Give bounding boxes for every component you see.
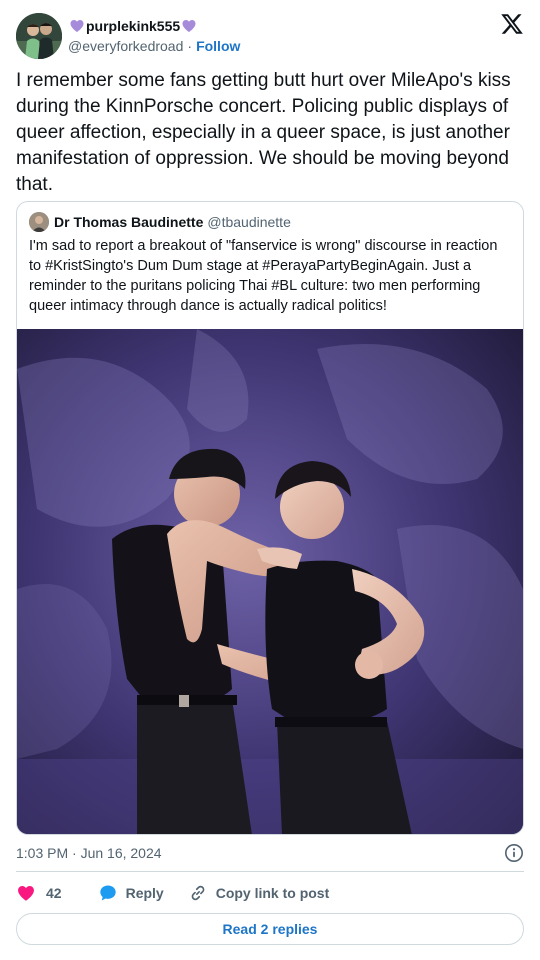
like-count: 42	[46, 885, 62, 901]
follow-button[interactable]: Follow	[196, 37, 240, 55]
author-names: purplekink555 @everyforkedroad · Follow	[68, 17, 240, 55]
quoted-tweet-card[interactable]: Dr Thomas Baudinette @tbaudinette I'm sa…	[16, 201, 524, 835]
copy-link-button[interactable]: Copy link to post	[188, 883, 330, 903]
quoted-tweet-text: I'm sad to report a breakout of "fanserv…	[29, 238, 498, 314]
copy-link-label: Copy link to post	[215, 885, 330, 901]
quoted-tweet-photo[interactable]	[17, 329, 523, 834]
tweet-header: purplekink555 @everyforkedroad · Follow	[16, 12, 524, 60]
purple-heart-icon	[182, 20, 196, 32]
read-replies-label: Read 2 replies	[222, 921, 318, 937]
display-name-row[interactable]: purplekink555	[68, 17, 240, 35]
reply-label: Reply	[125, 885, 164, 901]
quoted-tweet-header: Dr Thomas Baudinette @tbaudinette	[29, 212, 291, 232]
heart-icon	[18, 886, 34, 901]
link-icon	[191, 885, 205, 901]
quoted-handle: @tbaudinette	[207, 214, 291, 230]
handle-row: @everyforkedroad · Follow	[68, 37, 240, 55]
read-replies-button[interactable]: Read 2 replies	[16, 913, 524, 945]
reply-button[interactable]: Reply	[98, 883, 164, 903]
timestamp-row: 1:03 PM · Jun 16, 2024	[16, 843, 524, 863]
like-button[interactable]: 42	[16, 883, 62, 903]
info-icon[interactable]	[504, 843, 524, 863]
speech-bubble-icon	[99, 885, 116, 901]
action-bar: 42 Reply Copy link to post	[16, 880, 329, 906]
tweet-text: I remember some fans getting butt hurt o…	[16, 70, 511, 195]
display-name: purplekink555	[86, 18, 181, 34]
divider	[16, 871, 524, 872]
purple-heart-icon	[70, 20, 84, 32]
author-handle[interactable]: @everyforkedroad	[68, 37, 183, 55]
separator-dot: ·	[187, 38, 193, 54]
embedded-tweet: purplekink555 @everyforkedroad · Follow …	[0, 0, 540, 960]
avatar[interactable]	[16, 13, 62, 59]
quoted-display-name: Dr Thomas Baudinette	[54, 214, 204, 230]
timestamp-link[interactable]: 1:03 PM · Jun 16, 2024	[16, 845, 162, 861]
x-logo-icon[interactable]	[500, 12, 524, 36]
quoted-avatar	[29, 212, 49, 232]
